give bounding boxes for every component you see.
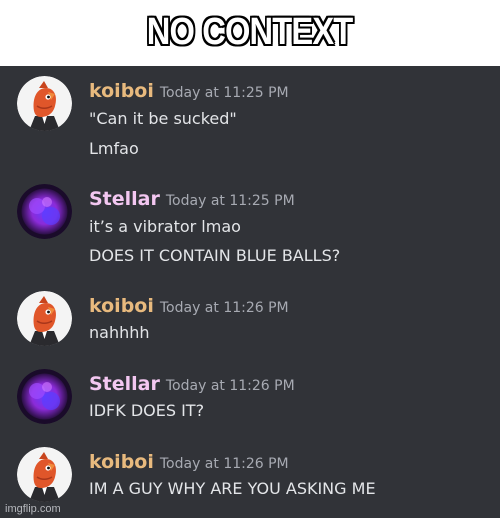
timestamp: Today at 11:25 PM	[165, 193, 295, 209]
message-group: koiboi Today at 11:26 PM IM A GUY WHY ARE…	[0, 437, 500, 507]
message-header: koiboi Today at 11:26 PM	[89, 295, 289, 317]
message-header: Stellar Today at 11:26 PM	[89, 373, 295, 395]
username[interactable]: koiboi	[89, 451, 154, 473]
message-group: koiboi Today at 11:26 PM nahhhh	[0, 281, 500, 351]
timestamp: Today at 11:26 PM	[159, 300, 289, 316]
purple-orb-icon	[17, 369, 72, 424]
meme-caption: NO CONTEXT	[0, 0, 500, 64]
message-text: IDFK DOES IT?	[89, 401, 205, 420]
message-header: koiboi Today at 11:25 PM	[89, 80, 289, 102]
koiboi-avatar[interactable]	[17, 447, 72, 502]
koi-fish-icon	[17, 447, 72, 502]
username[interactable]: Stellar	[89, 373, 160, 395]
username[interactable]: koiboi	[89, 80, 154, 102]
chat-panel: koiboi Today at 11:25 PM "Can it be sucke…	[0, 66, 500, 518]
message-header: Stellar Today at 11:25 PM	[89, 188, 295, 210]
message-text: Lmfao	[89, 139, 139, 158]
message-header: koiboi Today at 11:26 PM	[89, 451, 289, 473]
message-group: koiboi Today at 11:25 PM "Can it be sucke…	[0, 66, 500, 158]
koiboi-avatar[interactable]	[17, 76, 72, 131]
message-text: nahhhh	[89, 323, 150, 342]
stellar-avatar[interactable]	[17, 184, 72, 239]
message-text: IM A GUY WHY ARE YOU ASKING ME	[89, 479, 376, 498]
message-group: Stellar Today at 11:25 PM it’s a vibrator…	[0, 174, 500, 265]
purple-orb-icon	[17, 184, 72, 239]
imgflip-watermark: imgflip.com	[5, 503, 61, 515]
timestamp: Today at 11:26 PM	[165, 378, 295, 394]
username[interactable]: koiboi	[89, 295, 154, 317]
caption-text: NO CONTEXT	[147, 10, 354, 53]
username[interactable]: Stellar	[89, 188, 160, 210]
timestamp: Today at 11:26 PM	[159, 456, 289, 472]
koi-fish-icon	[17, 291, 72, 346]
message-text: "Can it be sucked"	[89, 109, 237, 128]
message-text: it’s a vibrator lmao	[89, 217, 241, 236]
message-group: Stellar Today at 11:26 PM IDFK DOES IT?	[0, 359, 500, 429]
stellar-avatar[interactable]	[17, 369, 72, 424]
koi-fish-icon	[17, 76, 72, 131]
timestamp: Today at 11:25 PM	[159, 85, 289, 101]
koiboi-avatar[interactable]	[17, 291, 72, 346]
message-text: DOES IT CONTAIN BLUE BALLS?	[89, 246, 341, 265]
